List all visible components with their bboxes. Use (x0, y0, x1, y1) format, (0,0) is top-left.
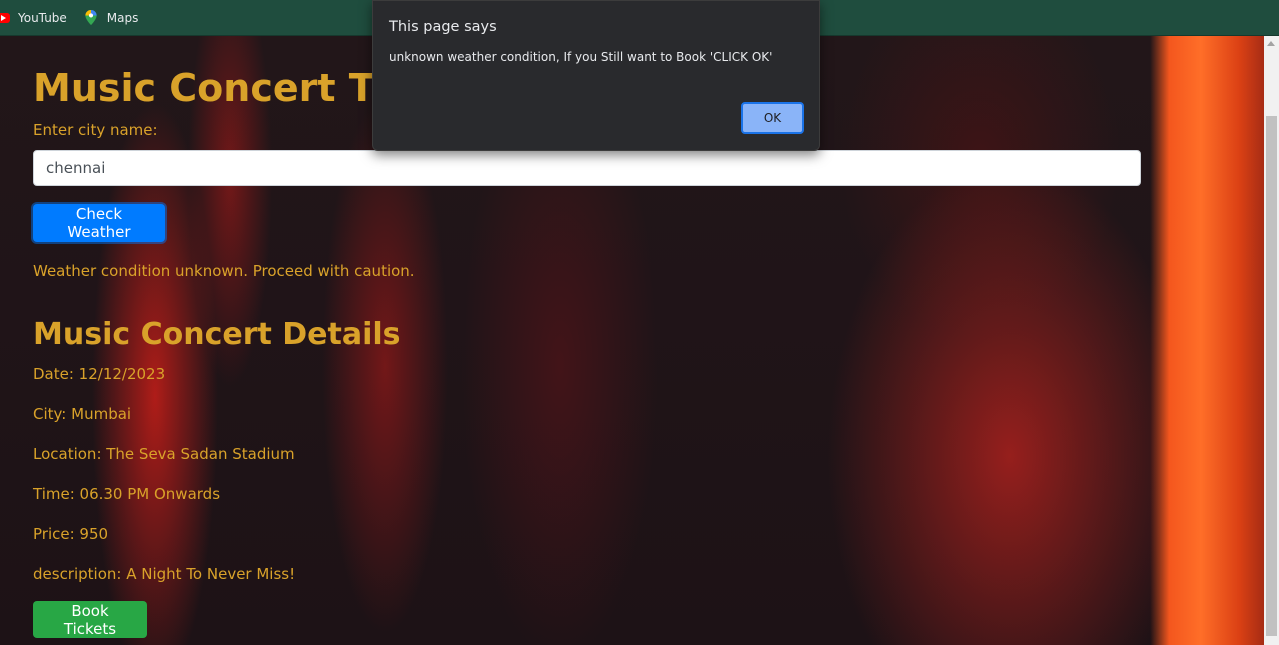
bookmark-maps[interactable]: Maps (83, 0, 139, 35)
book-tickets-button[interactable]: Book Tickets (33, 601, 147, 638)
alert-dialog: This page says unknown weather condition… (372, 0, 820, 151)
scrollbar[interactable] (1264, 36, 1279, 645)
bookmark-youtube[interactable]: YouTube (0, 0, 67, 35)
scrollbar-thumb[interactable] (1266, 116, 1277, 636)
maps-icon (85, 10, 97, 25)
city-label: Enter city name: (33, 121, 158, 139)
dialog-title: This page says (389, 19, 497, 35)
bookmark-label: YouTube (18, 10, 67, 25)
detail-date: Date: 12/12/2023 (33, 365, 166, 383)
bookmark-label: Maps (106, 10, 139, 25)
scroll-up-arrow-icon[interactable] (1267, 41, 1275, 46)
city-input[interactable] (33, 150, 1141, 186)
detail-description: description: A Night To Never Miss! (33, 565, 296, 583)
detail-location: Location: The Seva Sadan Stadium (33, 445, 295, 463)
details-heading: Music Concert Details (33, 317, 401, 352)
detail-time: Time: 06.30 PM Onwards (33, 485, 221, 503)
weather-status-text: Weather condition unknown. Proceed with … (33, 262, 415, 280)
detail-price: Price: 950 (33, 525, 109, 543)
youtube-icon (0, 12, 10, 23)
detail-city: City: Mumbai (33, 405, 132, 423)
check-weather-button[interactable]: Check Weather (33, 204, 165, 242)
dialog-message: unknown weather condition, If you Still … (389, 50, 773, 64)
dialog-ok-button[interactable]: OK (741, 102, 804, 134)
